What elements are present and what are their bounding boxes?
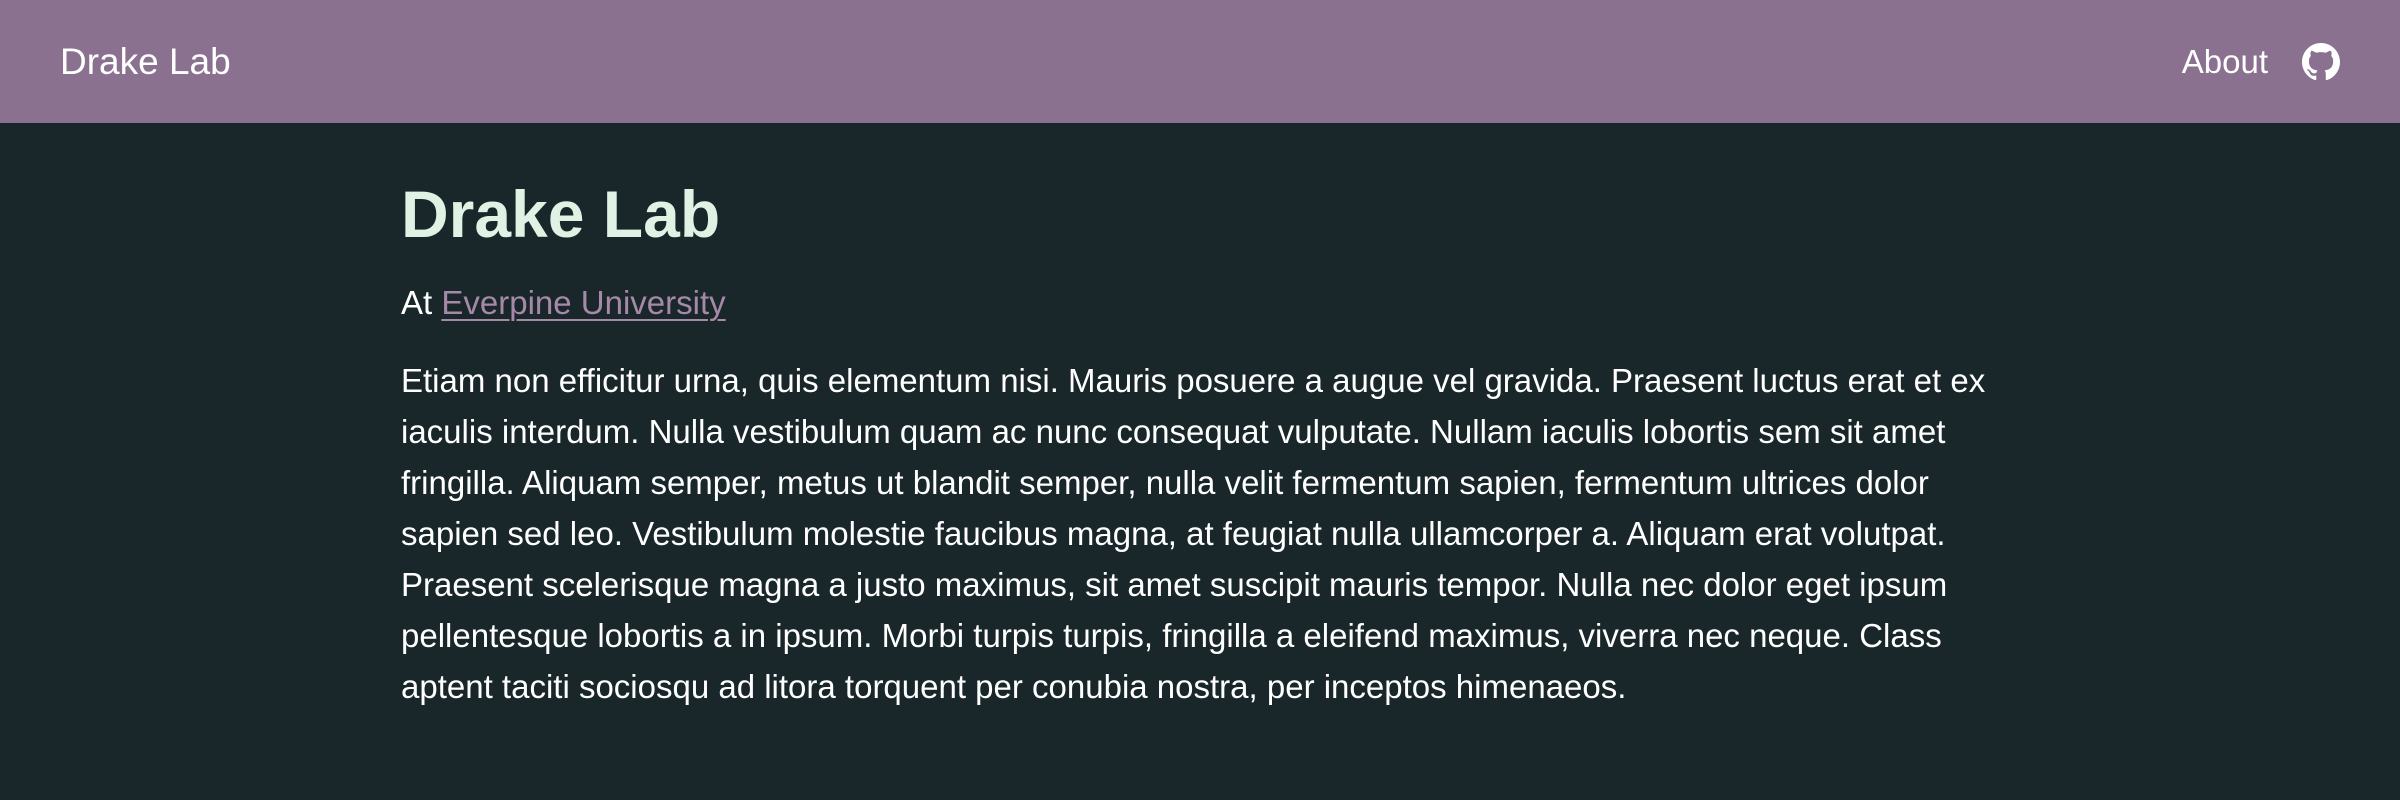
navbar: Drake Lab About	[0, 0, 2400, 123]
main-content: Drake Lab At Everpine University Etiam n…	[401, 175, 2021, 712]
brand-link[interactable]: Drake Lab	[60, 41, 231, 83]
page-title: Drake Lab	[401, 177, 721, 251]
affiliation: At Everpine University	[401, 282, 2021, 325]
nav-link-about[interactable]: About	[2182, 43, 2268, 81]
affiliation-prefix: At	[401, 284, 433, 322]
github-icon	[2302, 42, 2340, 80]
intro-paragraph: Etiam non efficitur urna, quis elementum…	[401, 362, 1986, 706]
github-link[interactable]	[2302, 42, 2340, 81]
nav-menu: About	[2182, 42, 2340, 81]
university-link[interactable]: Everpine University	[441, 284, 725, 321]
